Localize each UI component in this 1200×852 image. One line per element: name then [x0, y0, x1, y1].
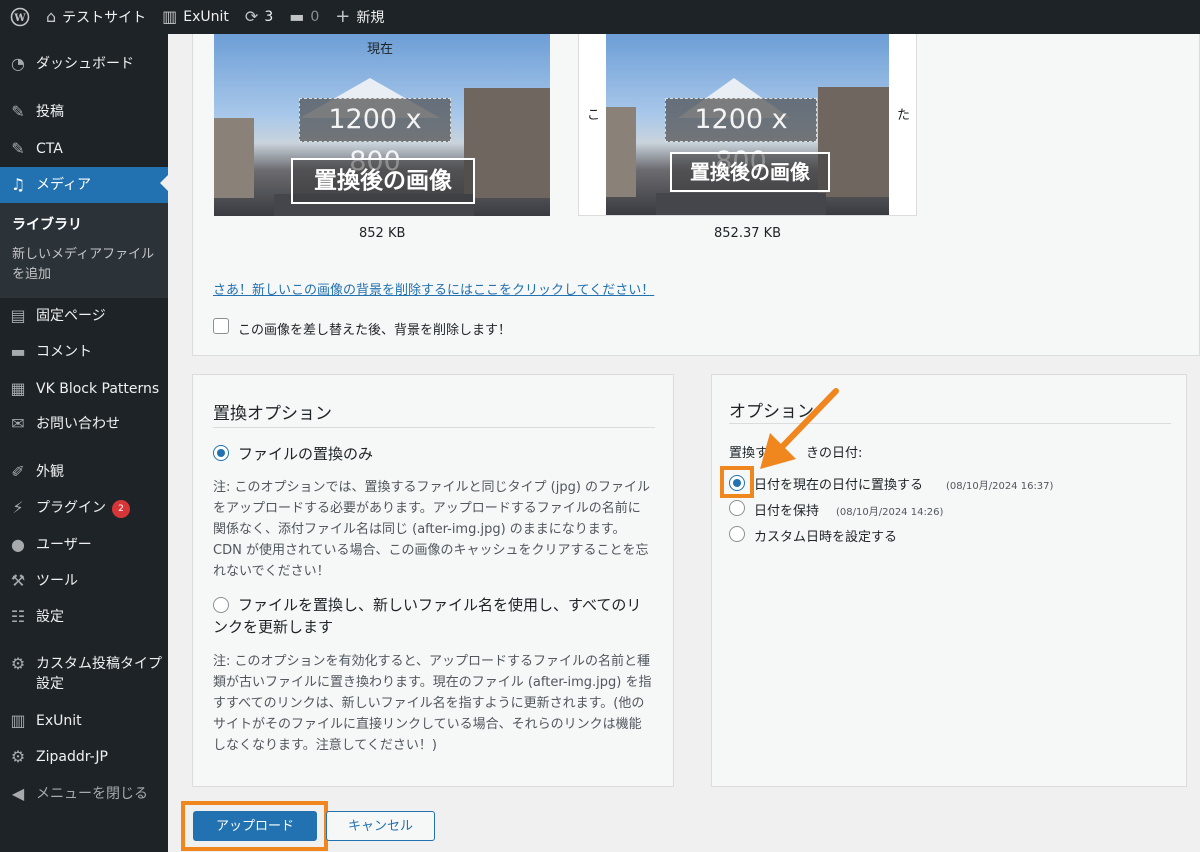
gear-icon: ⚙: [10, 654, 26, 673]
menu-collapse[interactable]: ◀ メニューを閉じる: [0, 784, 168, 804]
pin-icon: ✎: [11, 102, 25, 121]
comment-icon: ▬: [289, 7, 305, 26]
menu-plugins[interactable]: ⚡ プラグイン 2: [0, 498, 168, 518]
date-custom-label: カスタム日時を設定する: [754, 530, 898, 545]
replace-options-title: 置換オプション: [213, 404, 332, 424]
pin-icon: ✎: [11, 139, 25, 158]
new-label: 新規: [356, 10, 385, 26]
exunit-label: ExUnit: [183, 9, 229, 25]
menu-dashboard[interactable]: ◔ ダッシュボード: [0, 54, 168, 74]
new-left-text: こ: [587, 108, 601, 123]
settings-icon: ☷: [10, 607, 26, 626]
menu-exunit[interactable]: ▥ ExUnit: [0, 711, 168, 731]
collapse-icon: ◀: [11, 784, 25, 803]
radio-highlight-box: [720, 466, 754, 498]
replace-options-panel: 置換オプション ファイルの置換のみ 注: このオプションでは、置換するファイルと…: [192, 374, 674, 787]
replace-rename-label: ファイルを置換し、新しいファイル名を使用し、すべてのリンクを更新します: [213, 596, 642, 636]
menu-users[interactable]: ● ユーザー: [0, 535, 168, 555]
site-name: テストサイト: [62, 10, 147, 26]
date-keep-label: 日付を保持: [754, 504, 820, 519]
admin-sidebar: ◔ ダッシュボード ✎ 投稿 ✎ CTA ♫ メディア ライブラリ 新しいメディアファイ…: [0, 34, 168, 852]
submenu-add-new[interactable]: 新しいメディアファイルを追加: [12, 245, 162, 285]
cancel-button[interactable]: キャンセル: [326, 811, 435, 841]
comments-count: 0: [310, 9, 320, 25]
new-content-link[interactable]: + 新規: [327, 0, 392, 34]
exunit-link[interactable]: ▥ ExUnit: [154, 0, 237, 34]
remove-background-link[interactable]: さあ！新しいこの画像の背景を削除するにはここをクリックしてください！: [213, 279, 654, 298]
wrench-icon: ⚒: [10, 571, 26, 590]
menu-custom-post-type[interactable]: ⚙ カスタム投稿タイプ設定: [0, 654, 168, 694]
user-icon: ●: [11, 535, 25, 554]
exunit-icon: ▥: [162, 7, 178, 26]
brush-icon: ✐: [11, 462, 25, 481]
menu-media[interactable]: ♫ メディア: [0, 167, 168, 203]
menu-tools[interactable]: ⚒ ツール: [0, 571, 168, 591]
current-filesize: 852 KB: [359, 226, 406, 241]
current-image: 現在 1200 x 800 置換後の画像: [214, 34, 550, 216]
mail-icon: ✉: [11, 414, 25, 433]
menu-appearance[interactable]: ✐ 外観: [0, 462, 168, 482]
menu-contact[interactable]: ✉ お問い合わせ: [0, 414, 168, 434]
menu-posts[interactable]: ✎ 投稿: [0, 102, 168, 122]
current-text-overlay: 置換後の画像: [291, 158, 475, 204]
date-replace-now-meta: (08/10月/2024 16:37): [946, 481, 1054, 492]
divider: [213, 427, 655, 428]
plus-icon: +: [335, 6, 351, 27]
building-shape: [214, 118, 254, 198]
current-size-overlay: 1200 x 800: [299, 98, 451, 177]
plugins-label: プラグイン: [36, 500, 106, 516]
new-filesize: 852.37 KB: [714, 226, 782, 241]
submenu-library[interactable]: ライブラリ: [12, 215, 162, 235]
current-label: 現在: [367, 42, 394, 57]
comments-link[interactable]: ▬ 0: [281, 0, 327, 34]
menu-pages[interactable]: ▤ 固定ページ: [0, 306, 168, 326]
plugins-update-badge: 2: [112, 500, 130, 518]
date-custom-radio[interactable]: [729, 526, 745, 542]
home-icon: ⌂: [46, 7, 57, 26]
admin-bar: W ⌂ テストサイト ▥ ExUnit ⟳ 3 ▬ 0 + 新規: [0, 0, 1200, 34]
menu-cta[interactable]: ✎ CTA: [0, 139, 168, 159]
replace-only-radio[interactable]: [213, 445, 229, 461]
svg-text:W: W: [13, 13, 26, 24]
dashboard-icon: ◔: [11, 54, 25, 73]
updates-link[interactable]: ⟳ 3: [237, 0, 281, 34]
preview-panel: 現在 1200 x 800 置換後の画像 852 KB こ た 1200 x 8…: [192, 34, 1200, 356]
new-image-frame: こ た 1200 x 800 置換後の画像: [578, 34, 917, 216]
upload-button[interactable]: アップロード: [193, 811, 317, 841]
annotation-arrow-icon: [760, 388, 839, 469]
comment-icon: ▬: [10, 342, 26, 361]
menu-zipaddr[interactable]: ⚙ Zipaddr-JP: [0, 747, 168, 767]
media-submenu: ライブラリ 新しいメディアファイルを追加: [0, 203, 168, 298]
date-keep-radio[interactable]: [729, 500, 745, 516]
new-size-overlay: 1200 x 800: [665, 98, 817, 177]
new-right-text: た: [897, 108, 911, 123]
exunit-icon: ▥: [10, 711, 26, 730]
updates-count: 3: [264, 9, 274, 25]
replace-only-note: 注: このオプションでは、置換するファイルと同じタイプ (jpg) のファイルを…: [213, 480, 651, 579]
building-shape: [606, 107, 636, 197]
new-text-overlay: 置換後の画像: [670, 152, 830, 192]
menu-settings[interactable]: ☷ 設定: [0, 607, 168, 627]
remove-background-checkbox[interactable]: [213, 318, 229, 334]
building-shape: [464, 88, 550, 198]
menu-vk-block-patterns[interactable]: ▦ VK Block Patterns: [0, 379, 168, 399]
media-icon: ♫: [10, 175, 26, 194]
date-replace-now-label: 日付を現在の日付に置換する: [754, 478, 924, 493]
update-icon: ⟳: [244, 7, 259, 26]
road-shape: [656, 193, 826, 215]
plugin-icon: ⚡: [12, 498, 24, 517]
replace-only-label: ファイルの置換のみ: [238, 445, 374, 463]
site-name-link[interactable]: ⌂ テストサイト: [38, 0, 154, 34]
replace-rename-note: 注: このオプションを有効化すると、アップロードするファイルの名前と種類が古いフ…: [213, 654, 652, 753]
date-keep-meta: (08/10月/2024 14:26): [836, 507, 944, 518]
menu-comments[interactable]: ▬ コメント: [0, 342, 168, 362]
wordpress-logo-icon[interactable]: W: [0, 0, 38, 34]
page-icon: ▤: [10, 306, 26, 325]
gear-icon: ⚙: [10, 747, 26, 766]
remove-background-label: この画像を差し替えた後、背景を削除します！: [238, 323, 512, 338]
grid-icon: ▦: [10, 379, 26, 398]
